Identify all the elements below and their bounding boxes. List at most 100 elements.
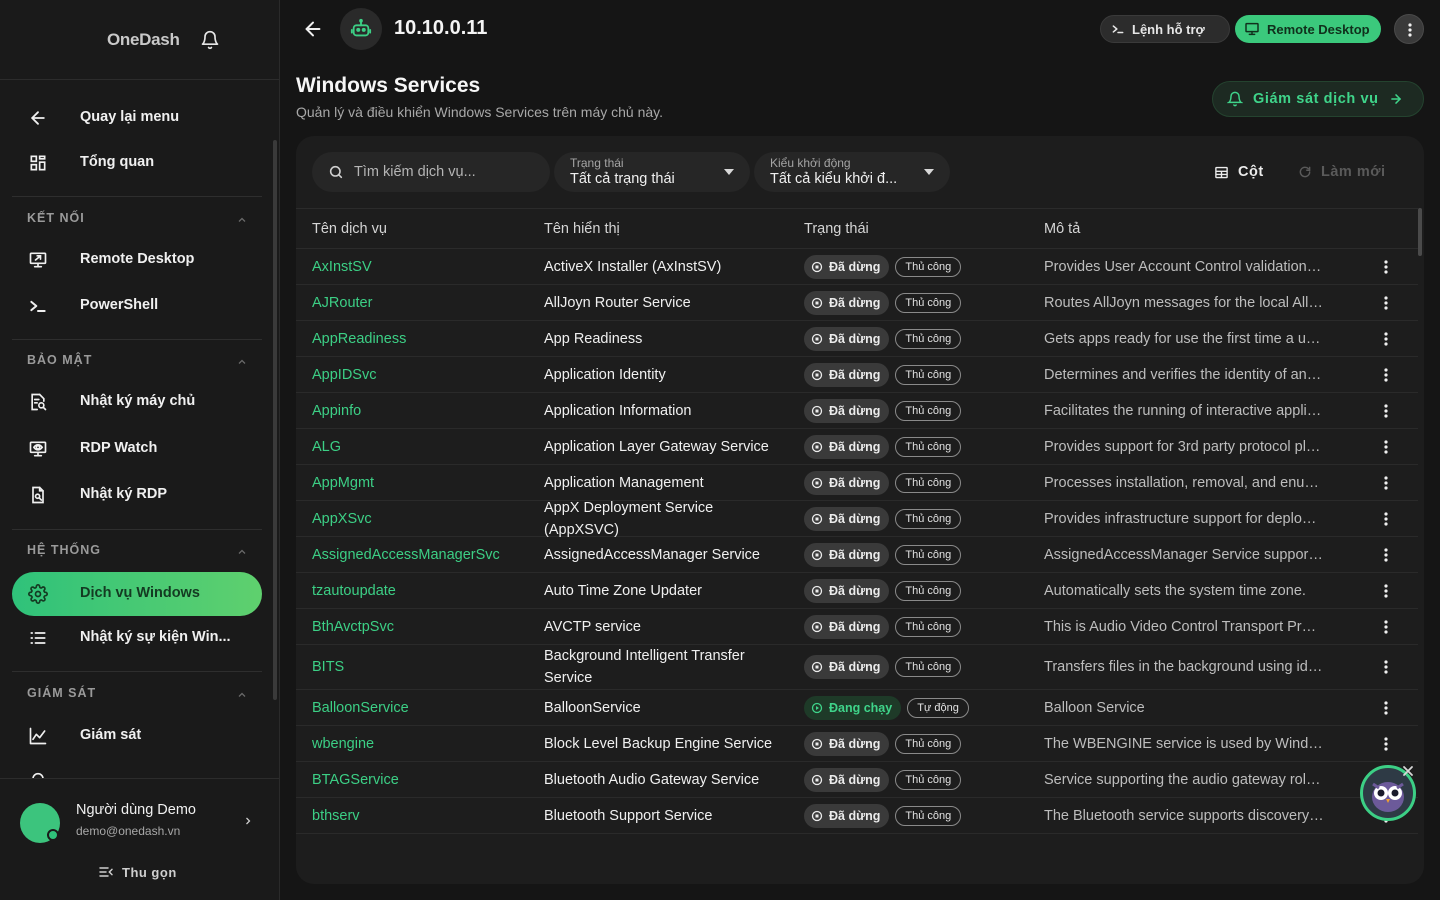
column-header-name[interactable]: Tên dịch vụ xyxy=(312,221,387,237)
remote-desktop-button[interactable]: Remote Desktop xyxy=(1235,15,1381,43)
chevron-right-icon[interactable] xyxy=(242,814,254,828)
section-header-system[interactable]: HỆ THỐNG xyxy=(27,543,101,557)
service-name-link[interactable]: BTAGService xyxy=(312,772,399,788)
sidebar-item-partial[interactable] xyxy=(12,760,262,778)
column-header-description[interactable]: Mô tả xyxy=(1044,221,1080,237)
table-row[interactable]: Appinfo Application Information Đã dừng Thủ… xyxy=(296,393,1418,429)
row-menu-button[interactable] xyxy=(1383,295,1389,311)
chevron-up-icon[interactable] xyxy=(236,214,248,226)
table-row[interactable]: AssignedAccessManagerSvc AssignedAccessMa… xyxy=(296,537,1418,573)
services-table[interactable]: Tên dịch vụ Tên hiển thị Trạng thái Mô t… xyxy=(296,208,1424,884)
row-menu-button[interactable] xyxy=(1383,700,1389,716)
service-name-link[interactable]: AJRouter xyxy=(312,295,372,311)
user-profile[interactable]: Người dùng Demo demo@onedash.vn Thu gọn xyxy=(0,778,279,900)
service-name-link[interactable]: BalloonService xyxy=(312,700,409,716)
sidebar-item-windows-services[interactable]: Dịch vụ Windows xyxy=(12,572,262,616)
row-menu-button[interactable] xyxy=(1383,475,1389,491)
sidebar-nav[interactable]: Quay lại menu Tổng quan KẾT NỐI Remote D… xyxy=(0,81,279,778)
sidebar-item-overview[interactable]: Tổng quan xyxy=(12,141,262,185)
row-menu-button[interactable] xyxy=(1383,511,1389,527)
sidebar-item-event-log[interactable]: Nhật ký sự kiện Win... xyxy=(12,616,262,660)
more-options-button[interactable] xyxy=(1394,14,1424,44)
chevron-up-icon[interactable] xyxy=(236,356,248,368)
table-row[interactable]: ALG Application Layer Gateway Service Đã d… xyxy=(296,429,1418,465)
close-icon[interactable] xyxy=(1402,765,1414,777)
chevron-up-icon[interactable] xyxy=(236,546,248,558)
sidebar-item-remote-desktop[interactable]: Remote Desktop xyxy=(12,238,262,282)
sidebar-item-back[interactable]: Quay lại menu xyxy=(12,96,262,140)
table-scrollbar[interactable] xyxy=(1418,208,1422,256)
row-menu-button[interactable] xyxy=(1383,619,1389,635)
service-description: Balloon Service xyxy=(1044,699,1145,716)
service-name-link[interactable]: BthAvctpSvc xyxy=(312,619,394,635)
table-row[interactable]: AppXSvc AppX Deployment Service (AppXSVC)… xyxy=(296,500,1418,538)
service-name-link[interactable]: tzautoupdate xyxy=(312,583,396,599)
service-name-link[interactable]: AppIDSvc xyxy=(312,367,376,383)
row-menu-button[interactable] xyxy=(1383,659,1389,675)
search-input[interactable] xyxy=(354,160,534,184)
sidebar-item-powershell[interactable]: PowerShell xyxy=(12,284,262,328)
monitor-services-button[interactable]: Giám sát dịch vụ xyxy=(1212,81,1424,117)
table-row[interactable]: BITS Background Intelligent Transfer Serv… xyxy=(296,645,1418,690)
row-menu-button[interactable] xyxy=(1383,403,1389,419)
service-name-link[interactable]: BITS xyxy=(312,659,344,675)
row-menu-button[interactable] xyxy=(1383,583,1389,599)
row-menu-button[interactable] xyxy=(1383,331,1389,347)
service-name-link[interactable]: Appinfo xyxy=(312,403,361,419)
chevron-up-icon[interactable] xyxy=(236,689,248,701)
status-filter-select[interactable]: Trạng thái Tất cả trạng thái xyxy=(554,152,750,192)
row-menu-button[interactable] xyxy=(1383,259,1389,275)
row-menu-button[interactable] xyxy=(1383,439,1389,455)
service-name-link[interactable]: AxInstSV xyxy=(312,259,372,275)
row-menu-button[interactable] xyxy=(1383,736,1389,752)
table-row[interactable]: AJRouter AllJoyn Router Service Đã dừng Thủ… xyxy=(296,285,1418,321)
back-button[interactable] xyxy=(302,18,324,40)
row-menu-button[interactable] xyxy=(1383,367,1389,383)
table-row[interactable]: BalloonService BalloonService Đang chạy Tự … xyxy=(296,690,1418,726)
status-text: Đã dừng xyxy=(829,295,881,310)
table-row[interactable]: wbengine Block Level Backup Engine Servic… xyxy=(296,726,1418,762)
section-header-connection[interactable]: KẾT NỐI xyxy=(27,211,85,225)
table-row[interactable]: BTAGService Bluetooth Audio Gateway Servi… xyxy=(296,762,1418,798)
sidebar-item-server-log[interactable]: Nhật ký máy chủ xyxy=(12,380,262,424)
table-row[interactable]: AppIDSvc Application Identity Đã dừng Thủ c… xyxy=(296,357,1418,393)
table-row[interactable]: AppMgmt Application Management Đã dừng Thủ … xyxy=(296,465,1418,501)
table-row[interactable]: AxInstSV ActiveX Installer (AxInstSV) Đã d… xyxy=(296,249,1418,285)
startup-filter-select[interactable]: Kiểu khởi động Tất cả kiểu khởi đ... xyxy=(754,152,950,192)
service-description: Transfers files in the background using … xyxy=(1044,659,1323,675)
table-row[interactable]: tzautoupdate Auto Time Zone Updater Đã dừn… xyxy=(296,573,1418,609)
sidebar-item-label: Nhật ký máy chủ xyxy=(80,393,196,409)
stop-circle-icon xyxy=(811,549,823,561)
sidebar-item-rdp-log[interactable]: Nhật ký RDP xyxy=(12,473,262,517)
service-name-link[interactable]: AppReadiness xyxy=(312,331,406,347)
service-name-link[interactable]: AppXSvc xyxy=(312,511,372,527)
section-header-monitoring[interactable]: GIÁM SÁT xyxy=(27,686,96,700)
sidebar-item-monitoring[interactable]: Giám sát xyxy=(12,714,262,758)
table-row[interactable]: AppReadiness App Readiness Đã dừng Thủ công… xyxy=(296,321,1418,357)
service-name-link[interactable]: AppMgmt xyxy=(312,475,374,491)
service-name-link[interactable]: AssignedAccessManagerSvc xyxy=(312,547,500,563)
service-name-link[interactable]: ALG xyxy=(312,439,341,455)
table-row[interactable]: BthAvctpSvc AVCTP service Đã dừng Thủ công T… xyxy=(296,609,1418,645)
notification-bell-icon[interactable] xyxy=(200,30,220,50)
status-badge: Đã dừng xyxy=(804,290,890,315)
row-menu-button[interactable] xyxy=(1383,547,1389,563)
brand-logo[interactable]: OneDash xyxy=(107,30,180,50)
column-header-status[interactable]: Trạng thái xyxy=(804,221,869,237)
service-description: Service supporting the audio gateway rol… xyxy=(1044,771,1321,788)
refresh-button[interactable]: Làm mới xyxy=(1298,164,1386,180)
sidebar: OneDash Quay lại menu Tổng quan KẾT NỐI xyxy=(0,0,280,900)
service-name-link[interactable]: wbengine xyxy=(312,736,374,752)
vertical-dots-icon xyxy=(1384,439,1388,454)
service-name-link[interactable]: bthserv xyxy=(312,808,360,824)
stop-circle-icon xyxy=(811,585,823,597)
search-box[interactable] xyxy=(312,152,550,192)
columns-button[interactable]: Cột xyxy=(1214,164,1264,180)
column-header-display[interactable]: Tên hiển thị xyxy=(544,221,620,237)
table-row[interactable]: bthserv Bluetooth Support Service Đã dừng T… xyxy=(296,798,1418,834)
sidebar-scrollbar[interactable] xyxy=(273,140,277,700)
collapse-sidebar-button[interactable]: Thu gọn xyxy=(98,863,177,881)
sidebar-item-rdp-watch[interactable]: RDP Watch xyxy=(12,427,262,471)
section-header-security[interactable]: BẢO MẬT xyxy=(27,353,92,367)
help-commands-button[interactable]: Lệnh hỗ trợ xyxy=(1100,15,1230,43)
